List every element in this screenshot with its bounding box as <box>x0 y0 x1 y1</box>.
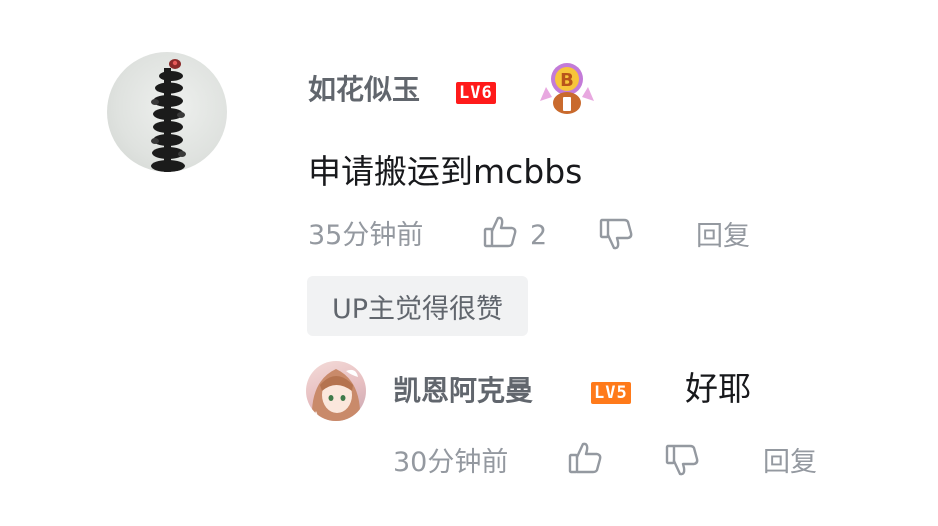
reply-button[interactable]: 回复 <box>696 223 750 250</box>
commenter-username[interactable]: 如花似玉 <box>308 76 420 104</box>
reply-avatar-image <box>311 369 361 421</box>
comment-time: 35分钟前 <box>308 220 424 251</box>
reply-username[interactable]: 凯恩阿克曼 <box>393 377 533 405</box>
comment-content: 申请搬运到mcbbs <box>308 152 583 191</box>
up-liked-tag: UP主觉得很赞 <box>307 276 528 336</box>
reply-reply-button[interactable]: 回复 <box>763 449 817 476</box>
like-count: 2 <box>530 220 548 251</box>
avatar-image <box>151 59 186 172</box>
reply-time: 30分钟前 <box>393 447 509 478</box>
reply-thumbs-up-icon[interactable] <box>567 440 603 476</box>
thumbs-down-icon[interactable] <box>598 216 634 252</box>
svg-text:B: B <box>560 70 574 91</box>
commenter-avatar[interactable] <box>107 52 227 172</box>
reply-thumbs-down-icon[interactable] <box>664 442 700 478</box>
level-badge-lv6: LV6 <box>456 82 496 104</box>
thumbs-up-icon[interactable] <box>482 214 518 250</box>
vip-medal-icon: B <box>536 57 598 119</box>
level-badge-lv5: LV5 <box>591 382 631 404</box>
reply-content: 好耶 <box>685 369 751 408</box>
reply-avatar[interactable] <box>306 361 366 421</box>
